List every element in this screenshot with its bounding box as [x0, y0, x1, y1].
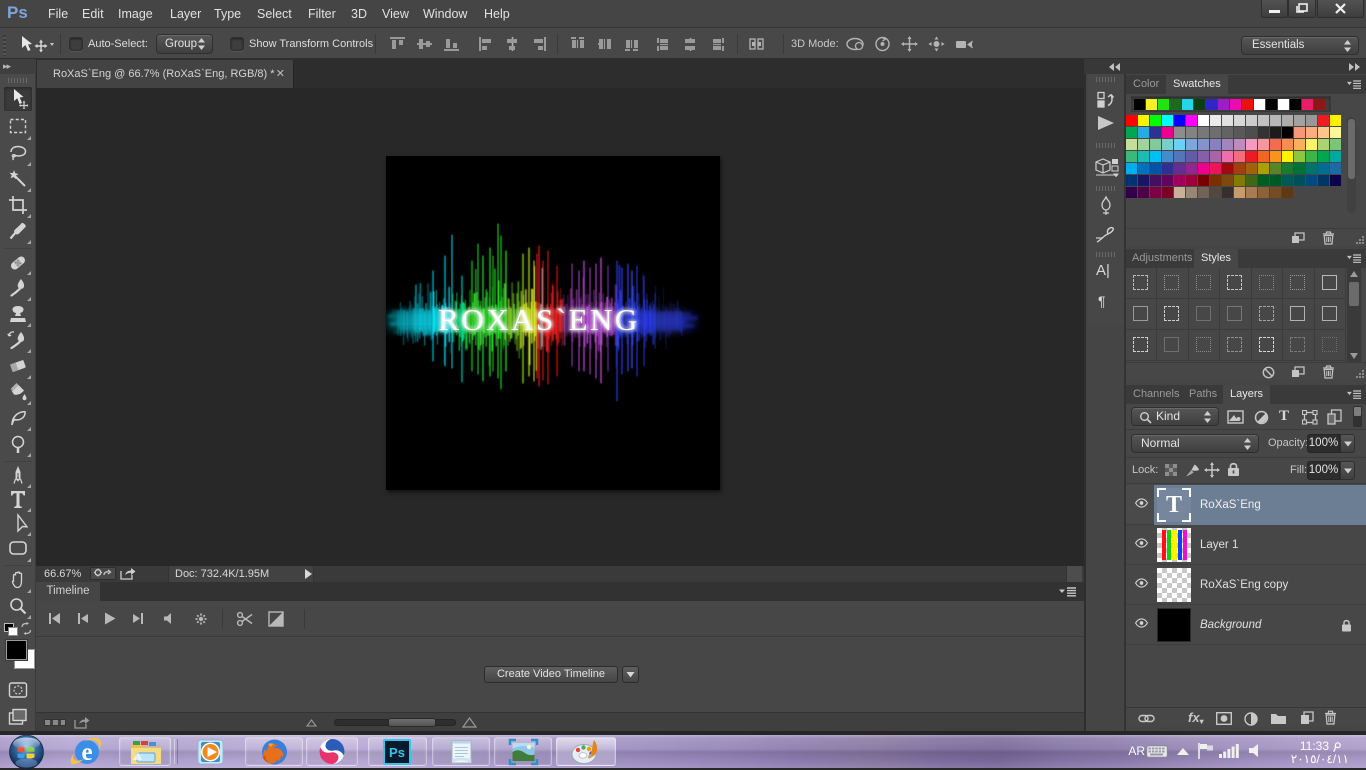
svg-text:ROXAS`ENG: ROXAS`ENG — [438, 302, 640, 337]
svg-text:e: e — [81, 739, 92, 766]
